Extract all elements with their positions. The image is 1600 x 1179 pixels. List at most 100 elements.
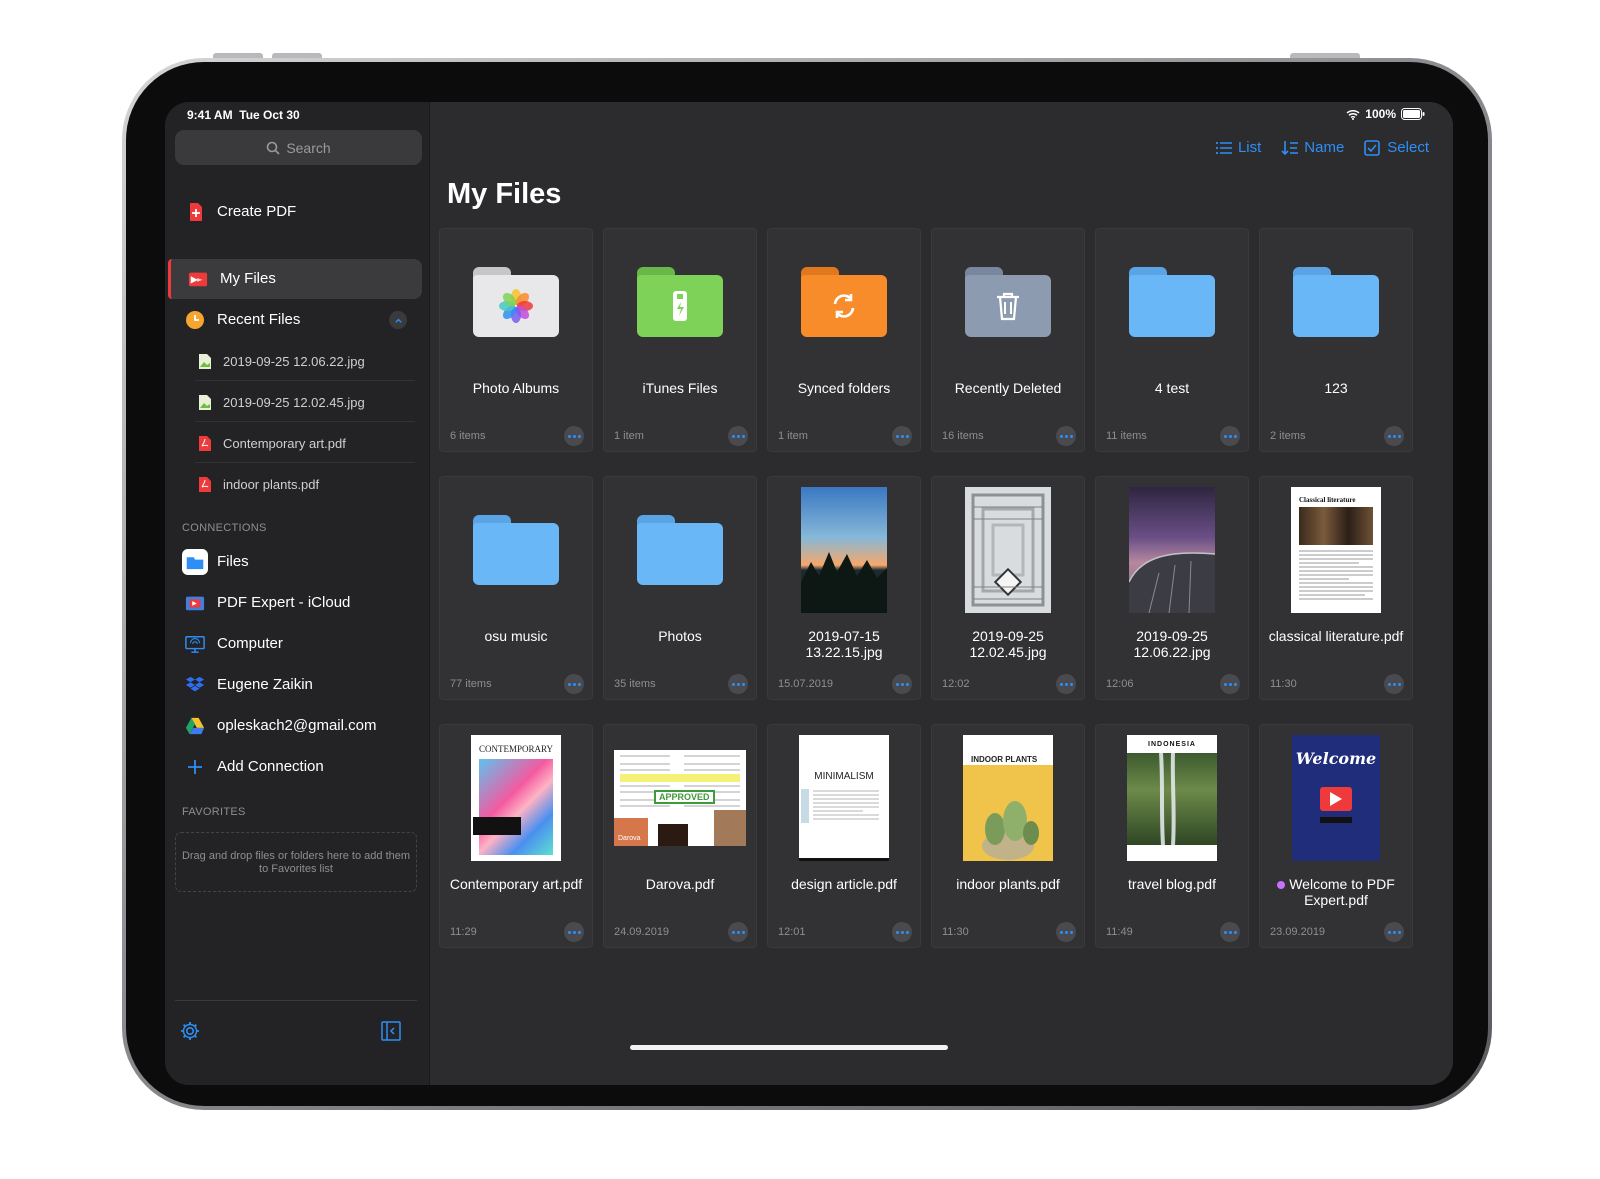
file-card[interactable]: Welcome Welcome to PDF Expert.pdf 23.09.… (1259, 724, 1413, 948)
more-options-icon[interactable] (728, 922, 748, 942)
file-name: indoor plants.pdf (956, 876, 1060, 892)
connection-label: Files (217, 553, 249, 570)
pdf-file-icon (199, 477, 211, 492)
sidebar-divider (175, 1000, 417, 1001)
main-content: 100% List Name Select My Files Photo Alb… (431, 102, 1453, 1085)
connection-label: Eugene Zaikin (217, 676, 313, 693)
file-name: Contemporary art.pdf (449, 876, 583, 892)
more-options-icon[interactable] (728, 426, 748, 446)
more-options-icon[interactable] (1384, 426, 1404, 446)
file-name: Recently Deleted (954, 380, 1062, 396)
more-options-icon[interactable] (1220, 922, 1240, 942)
file-name: classical literature.pdf (1268, 628, 1404, 644)
search-icon (267, 141, 280, 155)
favorites-hint: Drag and drop files or folders here to a… (181, 850, 411, 875)
add-connection-button[interactable]: Add Connection (165, 747, 430, 787)
more-options-icon[interactable] (564, 922, 584, 942)
file-name: 2019-07-15 13.22.15.jpg (805, 628, 883, 660)
list-label: List (1237, 139, 1262, 156)
sync-icon (833, 293, 855, 318)
more-options-icon[interactable] (564, 674, 584, 694)
recent-item[interactable]: 2019-09-25 12.02.45.jpg (195, 382, 415, 422)
connections-header: CONNECTIONS (182, 522, 267, 534)
file-card[interactable]: MINIMALISM design article.pdf 12:01 (767, 724, 921, 948)
sidebar-item-recent-files[interactable]: Recent Files (165, 300, 430, 340)
recent-item[interactable]: Contemporary art.pdf (195, 423, 415, 463)
more-options-icon[interactable] (1056, 426, 1076, 446)
file-card[interactable]: Recently Deleted 16 items (931, 228, 1085, 452)
file-meta: 12:06 (1106, 678, 1134, 690)
pdf-expert-icon (185, 596, 205, 611)
more-options-icon[interactable] (1056, 922, 1076, 942)
select-button[interactable]: Select (1364, 139, 1429, 156)
connection-computer[interactable]: Computer (165, 624, 430, 664)
my-files-label: My Files (220, 270, 276, 287)
more-options-icon[interactable] (728, 674, 748, 694)
file-name: 2019-09-25 12.06.22.jpg (1133, 628, 1211, 660)
itunes-folder-icon (637, 266, 723, 337)
file-card[interactable]: iTunes Files 1 item (603, 228, 757, 452)
more-options-icon[interactable] (1384, 922, 1404, 942)
connection-files[interactable]: Files (165, 542, 430, 582)
file-name: Photo Albums (472, 380, 560, 396)
search-input[interactable]: Search (175, 130, 422, 165)
file-meta: 2 items (1270, 430, 1306, 442)
file-card[interactable]: 4 test 11 items (1095, 228, 1249, 452)
thumb-title: MINIMALISM (814, 770, 874, 782)
more-options-icon[interactable] (564, 426, 584, 446)
file-card[interactable]: INDOOR PLANTS indoor plants.pdf 11:30 (931, 724, 1085, 948)
file-card[interactable]: osu music 77 items (439, 476, 593, 700)
file-meta: 11 items (1106, 430, 1147, 442)
file-card[interactable]: APPROVED Darova Darova.pdf 24.09.2019 (603, 724, 757, 948)
folder-icon (637, 514, 723, 585)
file-card[interactable]: Photos 35 items (603, 476, 757, 700)
darova-thumbnail: APPROVED Darova (614, 749, 746, 846)
toolbar: List Name Select (1215, 139, 1429, 156)
recent-item-label: Contemporary art.pdf (223, 436, 346, 451)
recent-item[interactable]: 2019-09-25 12.06.22.jpg (195, 341, 415, 381)
more-options-icon[interactable] (892, 674, 912, 694)
more-options-icon[interactable] (1220, 426, 1240, 446)
favorites-drop-zone[interactable]: Drag and drop files or folders here to a… (175, 832, 417, 892)
list-icon (1215, 141, 1232, 154)
create-pdf-button[interactable]: Create PDF (165, 192, 430, 232)
sidebar-item-my-files[interactable]: My Files (168, 259, 422, 299)
more-options-icon[interactable] (1220, 674, 1240, 694)
file-card[interactable]: 2019-09-25 12.06.22.jpg 12:06 (1095, 476, 1249, 700)
sidebar: 9:41 AM Tue Oct 30 Search Create PDF My … (165, 102, 430, 1085)
more-options-icon[interactable] (1056, 674, 1076, 694)
file-card[interactable]: CONTEMPORARY Contemporary art.pdf 11:29 (439, 724, 593, 948)
file-card[interactable]: 2019-09-25 12.02.45.jpg 12:02 (931, 476, 1085, 700)
file-card[interactable]: Synced folders 1 item (767, 228, 921, 452)
thumb-title: Welcome (1295, 748, 1377, 768)
file-meta: 12:02 (942, 678, 970, 690)
more-options-icon[interactable] (1384, 674, 1404, 694)
file-card[interactable]: INDONESIA travel blog.pdf 11:49 (1095, 724, 1249, 948)
settings-gear-icon[interactable] (179, 1020, 201, 1042)
file-name: osu music (484, 628, 548, 644)
more-options-icon[interactable] (892, 426, 912, 446)
file-card[interactable]: Photo Albums 6 items (439, 228, 593, 452)
connection-icloud[interactable]: PDF Expert - iCloud (165, 583, 430, 623)
files-app-icon (182, 549, 208, 575)
file-name: Synced folders (797, 380, 891, 396)
status-time: 9:41 AM Tue Oct 30 (187, 108, 300, 122)
connection-label: opleskach2@gmail.com (217, 717, 377, 734)
collapse-chevron-icon[interactable] (389, 311, 407, 329)
file-meta: 11:30 (1270, 678, 1297, 690)
recent-item[interactable]: indoor plants.pdf (195, 464, 415, 504)
list-view-button[interactable]: List (1215, 139, 1261, 156)
home-indicator[interactable] (630, 1045, 948, 1050)
connection-google-drive[interactable]: opleskach2@gmail.com (165, 706, 430, 746)
welcome-thumbnail: Welcome (1292, 734, 1380, 861)
file-meta: 1 item (778, 430, 808, 442)
file-card[interactable]: 123 2 items (1259, 228, 1413, 452)
image-file-icon (199, 395, 211, 410)
more-options-icon[interactable] (892, 922, 912, 942)
file-card[interactable]: 2019-07-15 13.22.15.jpg 15.07.2019 (767, 476, 921, 700)
photos-flower-icon (499, 288, 533, 323)
connection-dropbox[interactable]: Eugene Zaikin (165, 665, 430, 705)
file-card[interactable]: Classical literature classical literatur… (1259, 476, 1413, 700)
sort-name-button[interactable]: Name (1281, 139, 1344, 156)
collapse-sidebar-icon[interactable] (380, 1020, 402, 1042)
